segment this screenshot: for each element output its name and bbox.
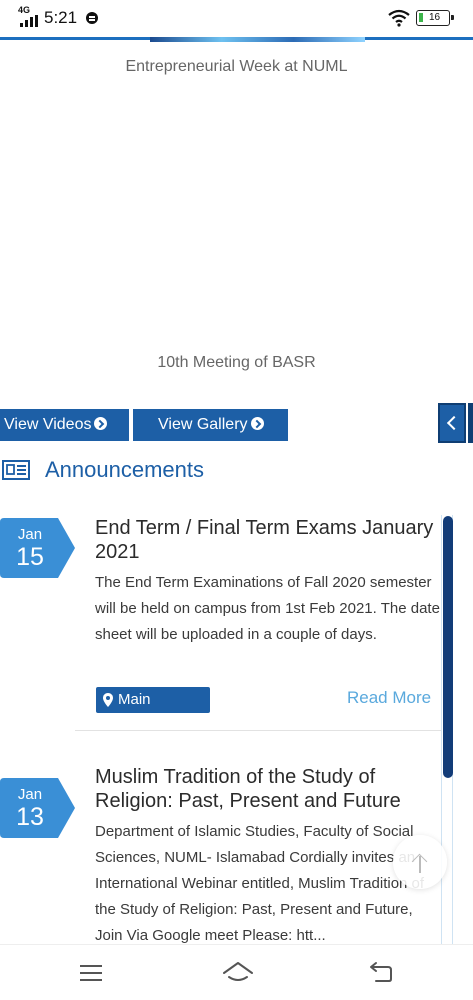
view-videos-button[interactable]: View Videos	[4, 409, 126, 441]
back-to-top-button[interactable]	[393, 835, 447, 889]
recent-apps-button[interactable]	[80, 965, 102, 981]
wifi-icon	[388, 9, 410, 27]
campus-label: Main Campus	[118, 691, 174, 734]
view-gallery-button[interactable]: View Gallery	[158, 409, 288, 441]
view-gallery-label: View Gallery	[158, 416, 248, 433]
date-day: 15	[16, 543, 44, 571]
read-more-link[interactable]: Read More	[347, 688, 431, 708]
date-month: Jan	[17, 786, 43, 803]
network-type: 4G	[18, 5, 31, 15]
newspaper-icon	[2, 460, 30, 480]
media-buttons-bar: View Videos View Gallery	[0, 409, 288, 441]
signal-icon	[20, 15, 38, 27]
arrow-circle-right-icon	[94, 417, 108, 430]
battery-level: 16	[429, 12, 441, 23]
carousel-caption: Entrepreneurial Week at NUML	[125, 58, 348, 75]
map-pin-icon	[103, 693, 113, 707]
announcement-text: Department of Islamic Studies, Faculty o…	[95, 823, 425, 944]
announcement-title[interactable]: End Term / Final Term Exams January 2021	[95, 516, 445, 564]
arrow-circle-right-icon	[250, 417, 264, 430]
announcements-heading: Announcements	[45, 457, 204, 482]
carousel-next-button[interactable]	[468, 403, 473, 443]
status-time: 5:21	[44, 8, 78, 27]
carousel-prev-button[interactable]	[438, 403, 466, 443]
button-separator	[129, 409, 133, 441]
navigation-bar	[0, 944, 473, 1000]
date-badge: Jan 15	[0, 518, 75, 578]
date-day: 13	[16, 803, 44, 831]
back-button[interactable]	[368, 961, 394, 983]
announcement-title[interactable]: Muslim Tradition of the Study of Religio…	[95, 765, 445, 813]
date-month: Jan	[17, 526, 43, 543]
date-badge: Jan 13	[0, 778, 75, 838]
campus-tag: Main Campus	[96, 687, 210, 734]
carousel-image-edge	[150, 37, 365, 42]
card-divider	[75, 730, 442, 731]
announcement-text: The End Term Examinations of Fall 2020 s…	[95, 574, 440, 643]
battery-icon: 16	[416, 10, 454, 26]
carousel-caption: 10th Meeting of BASR	[157, 354, 316, 371]
status-bar: 4G 5:21 16	[0, 0, 473, 36]
view-videos-label: View Videos	[4, 416, 92, 433]
scrollbar-thumb[interactable]	[443, 516, 453, 778]
message-icon	[86, 12, 98, 24]
home-button[interactable]	[222, 959, 254, 985]
